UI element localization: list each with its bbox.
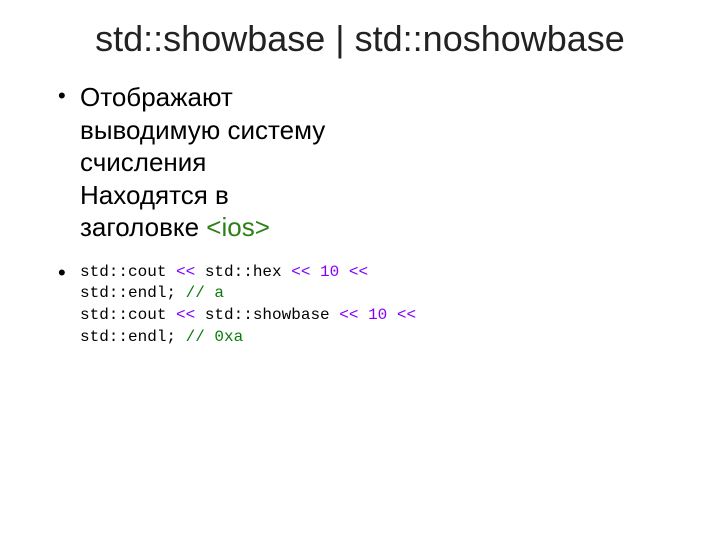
code-line: std::endl; // 0xa: [80, 327, 690, 349]
code-text: std::cout: [80, 263, 176, 281]
bullet-list: Отображают выводимую систему счисления Н…: [30, 81, 690, 348]
page-title: std::showbase | std::noshowbase: [30, 18, 690, 59]
code-text: std::endl;: [80, 284, 186, 302]
slide: std::showbase | std::noshowbase Отобража…: [0, 0, 720, 540]
code-line: std::cout << std::showbase << 10 <<: [80, 305, 690, 327]
bullet-line: Отображают: [80, 82, 233, 112]
code-text: [358, 306, 368, 324]
code-text: [387, 306, 397, 324]
bullet-line: выводимую систему: [80, 115, 325, 145]
code-comment: // 0xa: [186, 328, 244, 346]
code-text: std::endl;: [80, 328, 186, 346]
code-operator: <<: [176, 263, 195, 281]
code-line: std::cout << std::hex << 10 <<: [80, 262, 690, 284]
bullet-line: заголовке: [80, 212, 206, 242]
code-comment: // a: [186, 284, 224, 302]
code-operator: <<: [397, 306, 416, 324]
code-text: std::hex: [195, 263, 291, 281]
list-item: std::cout << std::hex << 10 << std::endl…: [58, 258, 690, 348]
list-item: Отображают выводимую систему счисления Н…: [58, 81, 690, 244]
bullet-line: счисления: [80, 147, 206, 177]
code-number: 10: [368, 306, 387, 324]
ios-header-tag: <ios>: [206, 212, 270, 242]
code-operator: <<: [176, 306, 195, 324]
code-line: std::endl; // a: [80, 283, 690, 305]
code-number: 10: [320, 263, 339, 281]
code-text: std::cout: [80, 306, 176, 324]
code-operator: <<: [291, 263, 310, 281]
code-text: std::showbase: [195, 306, 339, 324]
code-text: [339, 263, 349, 281]
code-text: [310, 263, 320, 281]
code-operator: <<: [349, 263, 368, 281]
code-operator: <<: [339, 306, 358, 324]
bullet-line: Находятся в: [80, 180, 229, 210]
code-block: std::cout << std::hex << 10 << std::endl…: [80, 258, 690, 348]
